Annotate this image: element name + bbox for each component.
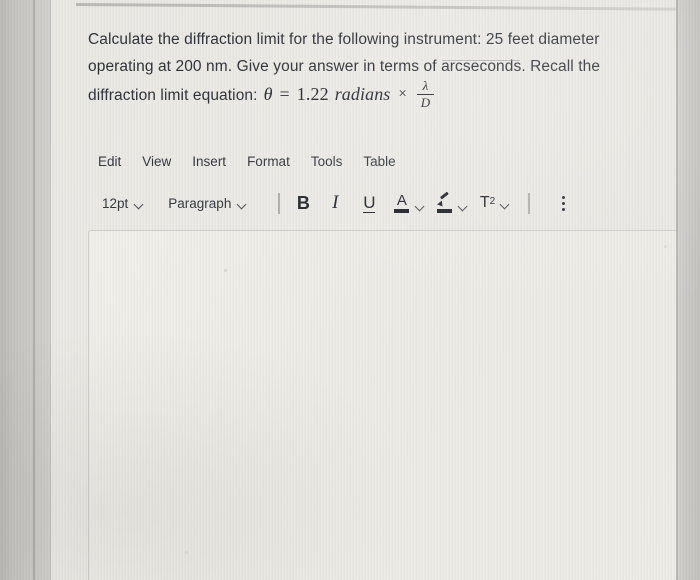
menu-edit[interactable]: Edit [98, 153, 121, 170]
menu-format[interactable]: Format [247, 153, 290, 170]
equation-fraction: λ D [416, 78, 434, 111]
question-prompt: Calculate the diffraction limit for the … [88, 26, 692, 111]
photo-speck [224, 269, 227, 272]
prompt-line-2-part-a: operating at 200 nm. Give your answer in… [88, 58, 442, 75]
photo-speck [185, 551, 188, 554]
screen-photo: Calculate the diffraction limit for the … [0, 0, 700, 580]
superscript-formats-button[interactable]: T 2 [480, 195, 510, 211]
highlight-color-swatch [437, 209, 453, 213]
page-right-border [676, 0, 678, 580]
block-format-value: Paragraph [168, 195, 232, 211]
equation-times: × [398, 85, 407, 102]
superscript-exponent: 2 [489, 196, 496, 207]
superscript-base: T [479, 194, 490, 211]
prompt-line-1: Calculate the diffraction limit for the … [88, 31, 600, 48]
chevron-down-icon [238, 200, 247, 209]
equation-coefficient: 1.22 [296, 83, 329, 104]
text-color-glyph: A [396, 191, 407, 209]
equation-equals: = [279, 83, 290, 104]
prompt-word-arcseconds: arcseconds [441, 58, 522, 75]
editor-menubar: Edit View Insert Format Tools Table [98, 153, 396, 170]
block-format-dropdown[interactable]: Paragraph [164, 194, 251, 213]
equation-numerator: λ [422, 78, 429, 93]
highlighter-pen-icon [437, 193, 453, 213]
screen-bezel-right [678, 0, 700, 580]
chevron-down-icon [135, 200, 144, 209]
screen-bezel-left [0, 0, 34, 580]
equation-theta: θ [263, 83, 273, 104]
bold-button[interactable]: B [293, 191, 314, 215]
underline-glyph: U [363, 192, 376, 213]
equation-unit: radians [334, 83, 391, 104]
chevron-down-icon[interactable] [416, 202, 425, 211]
bezel-edge-line [33, 0, 35, 580]
page-content-area: Calculate the diffraction limit for the … [36, 0, 700, 580]
page-left-border [50, 0, 51, 580]
chevron-down-icon[interactable] [501, 200, 510, 209]
pen-glyph [437, 193, 453, 208]
font-size-dropdown[interactable]: 12pt [98, 194, 148, 213]
editor-toolbar: 12pt Paragraph B I U A T 2 [98, 190, 573, 216]
font-size-value: 12pt [102, 195, 129, 211]
rich-text-editor-body[interactable] [88, 230, 691, 580]
prompt-line-2-part-b: . Recall the [521, 58, 601, 75]
equation-denominator: D [420, 95, 431, 111]
diffraction-equation: θ = 1.22 radians × λ D [264, 79, 434, 110]
kebab-dot [561, 201, 565, 205]
underline-button[interactable]: U [359, 191, 380, 215]
text-color-swatch [394, 209, 410, 213]
superscript-icon: T 2 [480, 195, 495, 211]
more-options-button[interactable] [554, 193, 573, 214]
photo-speck [664, 245, 667, 248]
highlight-color-button[interactable] [437, 193, 468, 213]
screen-bezel-gap [35, 0, 50, 580]
text-color-icon: A [394, 193, 410, 213]
toolbar-divider-2 [528, 192, 530, 214]
page-top-seam [75, 3, 700, 12]
kebab-dot [561, 207, 565, 211]
menu-tools[interactable]: Tools [311, 153, 343, 170]
toolbar-divider [278, 192, 280, 214]
menu-insert[interactable]: Insert [192, 153, 226, 170]
text-color-button[interactable]: A [394, 193, 425, 213]
prompt-line-2: operating at 200 nm. Give your answer in… [88, 53, 692, 80]
chevron-down-icon[interactable] [459, 202, 468, 211]
menu-view[interactable]: View [142, 153, 171, 170]
menu-table[interactable]: Table [363, 153, 395, 170]
italic-button[interactable]: I [325, 191, 346, 215]
prompt-line-3-text: diffraction limit equation: [88, 86, 258, 104]
prompt-line-3: diffraction limit equation: θ = 1.22 rad… [88, 79, 692, 111]
kebab-dot [561, 195, 565, 199]
